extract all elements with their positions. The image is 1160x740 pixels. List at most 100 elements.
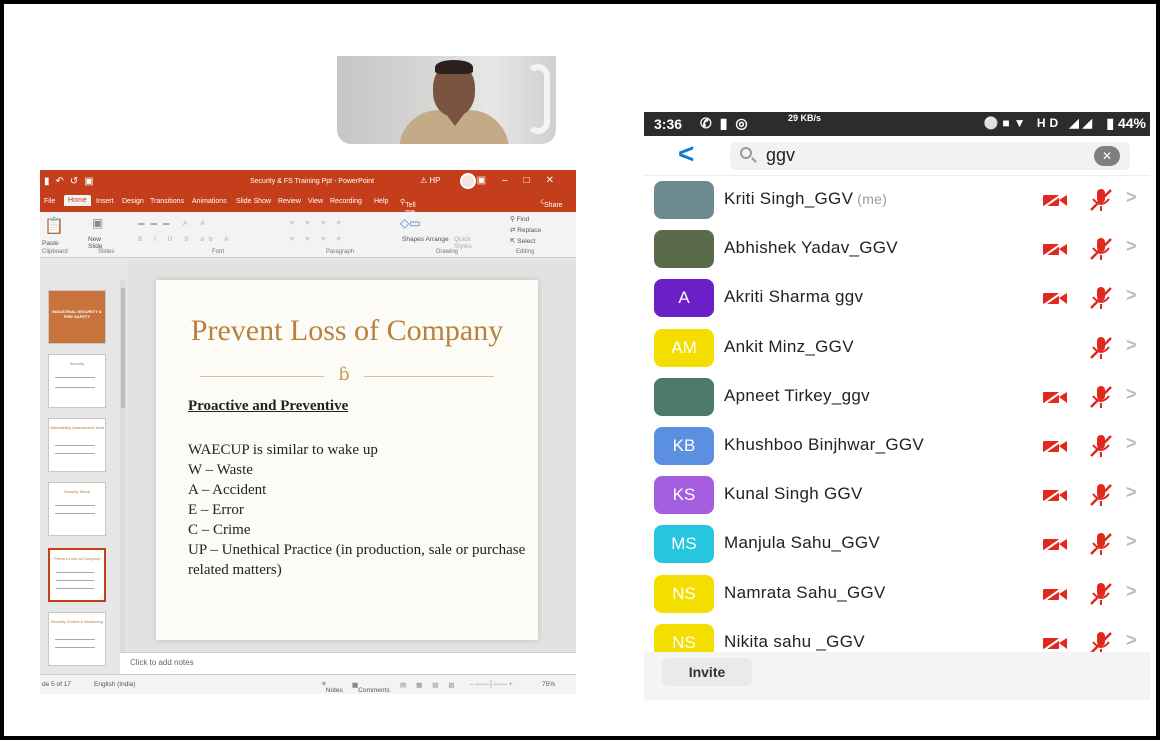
ribbon-tabs: File Home Insert Design Transitions Anim… <box>40 194 576 251</box>
select-button[interactable]: ⇱ Select <box>510 237 535 245</box>
paragraph-controls[interactable]: ≡ ≡ ≡ ≡ <box>290 220 346 227</box>
back-chevron-icon[interactable]: < <box>678 138 694 170</box>
tab-review[interactable]: Review <box>278 198 301 205</box>
shapes-icon[interactable]: ◇▭ <box>400 216 421 230</box>
slide-editing-area: Prevent Loss of Company ɓ Proactive and … <box>128 260 576 652</box>
scrollbar-knob[interactable] <box>121 288 125 408</box>
thumbnail-line <box>55 513 95 514</box>
mic-off-icon <box>1090 484 1112 507</box>
chevron-right-icon[interactable]: > <box>1126 187 1137 208</box>
participant-name: Kriti Singh_GGV (me) <box>724 189 887 209</box>
new-slide-icon[interactable]: ▣ <box>92 216 103 230</box>
participant-row[interactable]: KS Kunal Singh GGV > <box>644 471 1150 520</box>
chevron-right-icon[interactable]: > <box>1126 433 1137 454</box>
participant-row[interactable]: MS Manjula Sahu_GGV > <box>644 520 1150 569</box>
participant-name: Nikita sahu _GGV <box>724 632 865 652</box>
powerpoint-window: ▮↶↺▣ Security & FS Training Ppt - PowerP… <box>40 170 576 694</box>
slide-thumbnail-2[interactable]: Security <box>48 354 106 408</box>
tell-me-box[interactable]: ⚲ Tell me what you want to do <box>400 198 420 251</box>
tab-help[interactable]: Help <box>374 198 388 205</box>
video-off-icon <box>1043 388 1067 405</box>
current-slide[interactable]: Prevent Loss of Company ɓ Proactive and … <box>156 280 538 640</box>
slide-title[interactable]: Prevent Loss of Company <box>156 314 538 348</box>
quick-access-toolbar[interactable]: ▮↶↺▣ <box>44 176 100 187</box>
participant-row[interactable]: Apneet Tirkey_ggv > <box>644 373 1150 422</box>
slide-thumbnail-5-selected[interactable]: Prevent Loss of Company <box>48 548 106 602</box>
search-box[interactable]: ✕ <box>730 142 1130 170</box>
participant-name: Kunal Singh GGV <box>724 484 863 504</box>
chevron-right-icon[interactable]: > <box>1126 630 1137 651</box>
thumbnail-title: Security <box>69 361 85 366</box>
thumbnail-scrollbar[interactable] <box>120 280 126 670</box>
thumbnail-line <box>55 445 95 446</box>
slide-line: W – Waste <box>188 462 253 478</box>
tab-file[interactable]: File <box>44 198 55 205</box>
notes-label: Notes <box>325 687 343 694</box>
invite-bar: Invite <box>644 652 1150 700</box>
thumbnail-line <box>55 377 95 378</box>
chevron-right-icon[interactable]: > <box>1126 236 1137 257</box>
tab-home[interactable]: Home <box>64 195 91 206</box>
font-group-label: Font <box>212 249 225 255</box>
ppt-window-title: Security & FS Training Ppt - PowerPoint <box>250 178 375 185</box>
account-name[interactable]: ⚠ HP <box>420 176 441 185</box>
window-controls[interactable]: ▣–□✕ <box>477 175 570 186</box>
chevron-right-icon[interactable]: > <box>1126 285 1137 306</box>
chevron-right-icon[interactable]: > <box>1126 482 1137 503</box>
participant-name-text: Khushboo Binjhwar_GGV <box>724 435 925 454</box>
tab-design[interactable]: Design <box>122 198 144 205</box>
replace-button[interactable]: ⇄ Replace <box>510 226 541 234</box>
participant-row[interactable]: AM Ankit Minz_GGV > <box>644 324 1150 373</box>
slide-thumbnail-3[interactable]: Vulnerability Assessment Tools <box>48 418 106 472</box>
clear-search-icon[interactable]: ✕ <box>1094 146 1120 166</box>
zoom-level[interactable]: 75% <box>542 681 555 688</box>
tab-animations[interactable]: Animations <box>192 198 227 205</box>
quick-styles-label: Quick Styles <box>454 236 472 250</box>
account-label: HP <box>429 176 441 185</box>
tab-insert[interactable]: Insert <box>96 198 114 205</box>
view-buttons[interactable]: ▤▦▧▨ <box>400 681 465 689</box>
participant-row[interactable]: KB Khushboo Binjhwar_GGV > <box>644 422 1150 471</box>
slide-body[interactable]: WAECUP is similar to wake up W – Waste A… <box>188 440 528 580</box>
participant-avatar: MS <box>654 525 714 564</box>
slide-thumbnail-4[interactable]: Security Setup <box>48 482 106 536</box>
font-format-buttons[interactable]: B I U S ab A <box>138 236 233 243</box>
tab-view[interactable]: View <box>308 198 323 205</box>
notes-pane[interactable]: Click to add notes <box>120 652 576 674</box>
chevron-right-icon[interactable]: > <box>1126 581 1137 602</box>
video-off-icon <box>1043 290 1067 307</box>
tab-transitions[interactable]: Transitions <box>150 198 184 205</box>
zoom-slider[interactable]: – ───│─── + <box>470 681 513 688</box>
invite-button[interactable]: Invite <box>662 658 752 686</box>
chevron-right-icon[interactable]: > <box>1126 335 1137 356</box>
clock: 3:36 <box>654 116 683 132</box>
comments-toggle[interactable]: ▩ Comments <box>352 681 390 694</box>
participant-avatar <box>654 181 714 219</box>
share-button[interactable]: ☇ Share <box>540 198 563 209</box>
participant-avatar: AM <box>654 328 714 367</box>
participant-row[interactable]: A Akriti Sharma ggv > <box>644 274 1150 323</box>
font-controls[interactable]: ▬▬▬ A A <box>138 220 211 227</box>
network-speed: 29 KB/s <box>788 113 822 123</box>
slide-thumbnail-1[interactable]: INDUSTRIAL SECURITY & FIRE SAFETY <box>48 290 106 344</box>
tab-slide-show[interactable]: Slide Show <box>236 198 271 205</box>
find-button[interactable]: ⚲ Find <box>510 215 529 223</box>
participant-row[interactable]: Kriti Singh_GGV (me) > <box>644 176 1150 225</box>
alignment-buttons[interactable]: ≡ ≡ ≡ ≡ <box>290 236 346 243</box>
thumbnail-line <box>55 639 95 640</box>
slide-subtitle[interactable]: Proactive and Preventive <box>188 398 348 415</box>
chevron-right-icon[interactable]: > <box>1126 531 1137 552</box>
slide-thumbnails-pane: INDUSTRIAL SECURITY & FIRE SAFETY Securi… <box>40 260 120 674</box>
search-input[interactable] <box>766 145 1066 166</box>
chevron-right-icon[interactable]: > <box>1126 384 1137 405</box>
notes-toggle[interactable]: ≡ Notes <box>322 681 343 694</box>
participant-row[interactable]: Abhishek Yadav_GGV > <box>644 225 1150 274</box>
paste-icon[interactable]: 📋 <box>44 216 64 236</box>
participant-row[interactable]: NS Namrata Sahu_GGV > <box>644 570 1150 619</box>
account-avatar[interactable] <box>460 173 476 189</box>
language-indicator[interactable]: English (India) <box>94 681 136 688</box>
video-off-icon <box>1043 438 1067 454</box>
ppt-title-bar: ▮↶↺▣ Security & FS Training Ppt - PowerP… <box>40 170 576 194</box>
tab-recording[interactable]: Recording <box>330 198 362 205</box>
slide-thumbnail-6[interactable]: Security Control & Monitoring <box>48 612 106 666</box>
